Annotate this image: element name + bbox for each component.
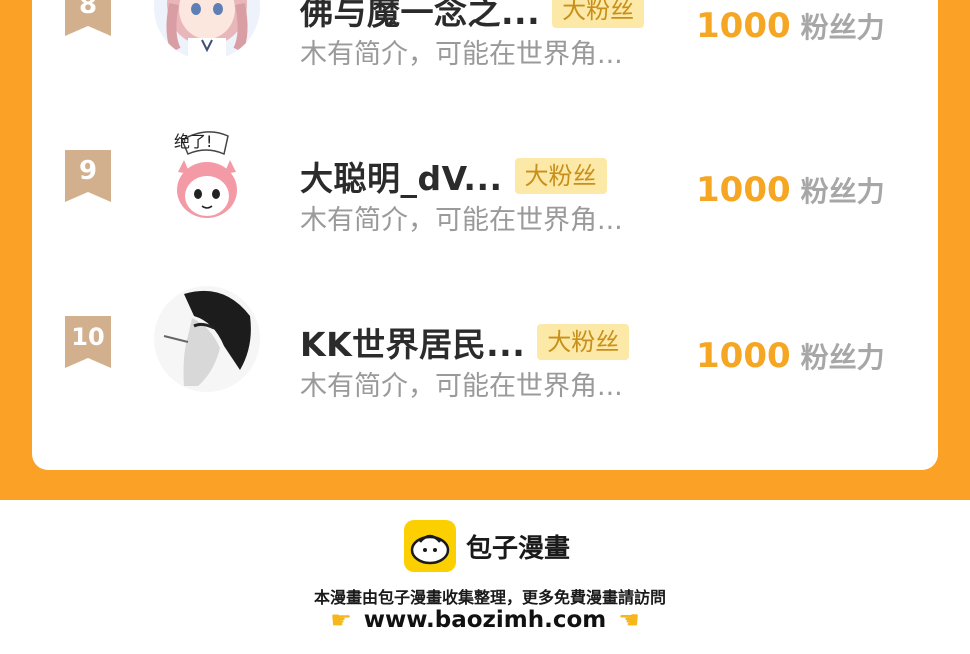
- name-line: KK世界居民... 大粉丝: [300, 322, 630, 364]
- fan-power-value: 1000: [696, 336, 791, 376]
- ranking-row[interactable]: 10 KK世界居民... 大粉丝 木有简介，可能在世界角... 1000 粉丝力: [32, 286, 938, 446]
- rank-ribbon-icon: 8: [65, 0, 111, 36]
- user-name[interactable]: KK世界居民...: [300, 318, 525, 366]
- fan-power-unit: 粉丝力: [800, 341, 885, 374]
- ranking-card: 8 佛与魔一念之... 大粉丝 木有简介，可能在世界角... 1000 粉丝力 …: [32, 0, 938, 470]
- fan-power: 1000 粉丝力: [696, 336, 885, 376]
- user-description: 木有简介，可能在世界角...: [300, 39, 623, 70]
- avatar[interactable]: [154, 0, 260, 60]
- rank-ribbon-icon: 9: [65, 150, 111, 202]
- page: 8 佛与魔一念之... 大粉丝 木有简介，可能在世界角... 1000 粉丝力 …: [0, 0, 970, 654]
- avatar[interactable]: 绝了!: [154, 120, 260, 226]
- bun-logo-icon: [404, 520, 456, 572]
- fan-power: 1000 粉丝力: [696, 6, 885, 46]
- site-url-link[interactable]: www.baozimh.com: [364, 607, 607, 633]
- brand-name: 包子漫畫: [466, 533, 571, 564]
- fan-badge: 大粉丝: [552, 0, 645, 28]
- footer: 包子漫畫 本漫畫由包子漫畫收集整理，更多免費漫畫請訪問 ☛ www.baozim…: [0, 500, 970, 654]
- fan-power-unit: 粉丝力: [800, 11, 885, 44]
- url-row: ☛ www.baozimh.com ☚: [0, 606, 970, 634]
- rank-number: 8: [78, 0, 98, 20]
- fan-badge: 大粉丝: [514, 158, 607, 194]
- name-line: 大聪明_dV... 大粉丝: [300, 156, 607, 198]
- user-description: 木有简介，可能在世界角...: [300, 371, 623, 402]
- fan-power: 1000 粉丝力: [696, 170, 885, 210]
- notice-text: 本漫畫由包子漫畫收集整理，更多免費漫畫請訪問: [313, 588, 666, 607]
- rank-ribbon-icon: 10: [65, 316, 111, 368]
- fan-power-unit: 粉丝力: [800, 175, 885, 208]
- fan-power-value: 1000: [696, 6, 791, 46]
- fan-power-value: 1000: [696, 170, 791, 210]
- fan-badge: 大粉丝: [537, 324, 630, 360]
- user-name[interactable]: 大聪明_dV...: [300, 152, 503, 200]
- avatar-caption: 绝了!: [174, 132, 213, 151]
- ranking-row[interactable]: 8 佛与魔一念之... 大粉丝 木有简介，可能在世界角... 1000 粉丝力: [32, 0, 938, 120]
- rank-number: 10: [71, 323, 105, 351]
- ranking-row[interactable]: 9 绝了! 大聪明_dV... 大粉丝 木有简介，可能在世界角... 1000 …: [32, 120, 938, 280]
- pointing-right-hand-icon: ☛: [330, 606, 352, 634]
- user-name[interactable]: 佛与魔一念之...: [300, 0, 540, 34]
- pointing-left-hand-icon: ☚: [618, 606, 640, 634]
- avatar[interactable]: [154, 286, 260, 392]
- rank-number: 9: [78, 156, 98, 186]
- orange-background: 8 佛与魔一念之... 大粉丝 木有简介，可能在世界角... 1000 粉丝力 …: [0, 0, 970, 500]
- brand-logo[interactable]: 包子漫畫: [404, 520, 570, 572]
- name-line: 佛与魔一念之... 大粉丝: [300, 0, 645, 32]
- user-description: 木有简介，可能在世界角...: [300, 205, 623, 236]
